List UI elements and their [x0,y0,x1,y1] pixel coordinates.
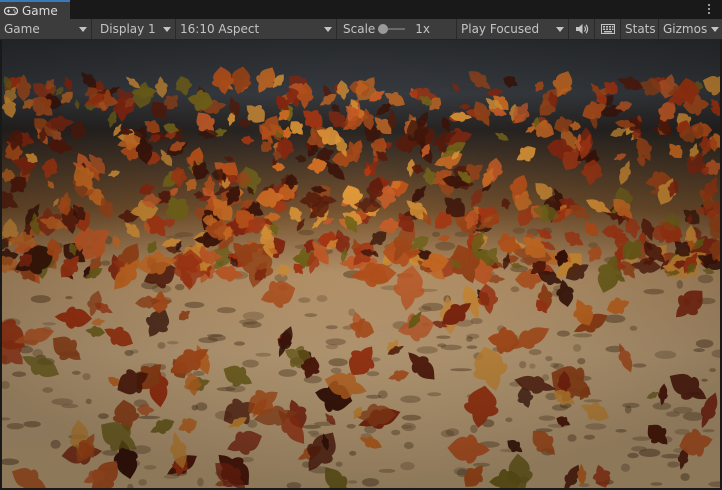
stats-label: Stats [625,22,656,36]
scale-label: Scale [343,22,376,36]
kebab-menu-icon[interactable] [704,1,714,17]
scale-control: Scale 1x [337,19,457,39]
chevron-down-icon [324,26,332,32]
gizmos-label: Gizmos [663,22,708,36]
aspect-dropdown[interactable]: 16:10 Aspect [176,19,337,39]
game-viewport[interactable] [2,40,720,488]
tab-bar: Game [0,0,722,20]
chevron-down-icon [556,26,564,32]
speaker-icon [575,24,588,34]
gamepad-icon [4,6,18,15]
tab-game[interactable]: Game [0,0,70,19]
view-mode-label: Game [4,22,40,36]
chevron-down-icon [79,26,87,32]
aspect-label: 16:10 Aspect [180,22,260,36]
display-label: Display 1 [100,22,156,36]
chevron-down-icon [711,26,720,32]
leaves-scene [2,40,720,488]
display-dropdown[interactable]: Display 1 [92,19,176,39]
play-mode-dropdown[interactable]: Play Focused [457,19,569,39]
play-mode-label: Play Focused [461,22,540,36]
game-toolbar: Game Display 1 16:10 Aspect Scale 1x Pla… [0,19,722,40]
shortcuts-button[interactable] [595,19,621,39]
chevron-down-icon [163,26,171,32]
vignette [2,40,720,488]
tab-game-label: Game [22,3,58,18]
scale-slider-thumb[interactable] [378,24,389,34]
mute-audio-button[interactable] [569,19,595,39]
scale-value: 1x [415,22,431,36]
scale-slider[interactable] [378,24,406,34]
stats-button[interactable]: Stats [621,19,659,39]
keyboard-icon [600,24,615,34]
view-mode-dropdown[interactable]: Game [0,19,92,39]
gizmos-dropdown[interactable]: Gizmos [659,19,722,39]
